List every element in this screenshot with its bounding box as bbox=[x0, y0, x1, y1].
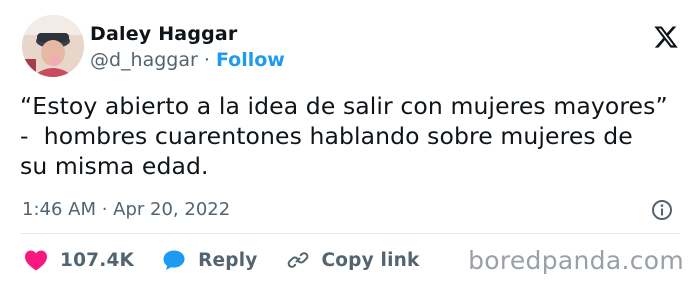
divider bbox=[20, 233, 680, 234]
speech-bubble-icon bbox=[163, 250, 185, 270]
heart-icon bbox=[25, 250, 47, 271]
reply-label: Reply bbox=[198, 249, 258, 271]
author-names: Daley Haggar @d_haggar · Follow bbox=[90, 22, 285, 72]
tweet-header: Daley Haggar @d_haggar · Follow bbox=[22, 14, 682, 78]
handle[interactable]: @d_haggar bbox=[90, 49, 198, 71]
avatar-image bbox=[22, 15, 84, 77]
info-icon[interactable] bbox=[650, 198, 674, 222]
avatar[interactable] bbox=[22, 15, 84, 77]
separator-dot: · bbox=[203, 49, 210, 71]
tweet-text: “Estoy abierto a la idea de salir con mu… bbox=[20, 92, 668, 180]
reply-button[interactable]: Reply bbox=[162, 249, 257, 271]
handle-row: @d_haggar · Follow bbox=[90, 48, 285, 72]
like-count: 107.4K bbox=[60, 249, 135, 271]
copy-link-button[interactable]: Copy link bbox=[286, 248, 420, 272]
action-bar: 107.4K Reply Copy link bbox=[24, 246, 448, 274]
x-logo-icon[interactable] bbox=[652, 24, 680, 50]
tweet-timestamp[interactable]: 1:46 AM · Apr 20, 2022 bbox=[22, 199, 230, 221]
copy-link-label: Copy link bbox=[321, 249, 420, 271]
link-icon bbox=[287, 252, 308, 268]
display-name[interactable]: Daley Haggar bbox=[90, 22, 285, 46]
follow-button[interactable]: Follow bbox=[216, 49, 285, 71]
like-button[interactable]: 107.4K bbox=[24, 249, 134, 271]
watermark: boredpanda.com bbox=[468, 246, 684, 275]
